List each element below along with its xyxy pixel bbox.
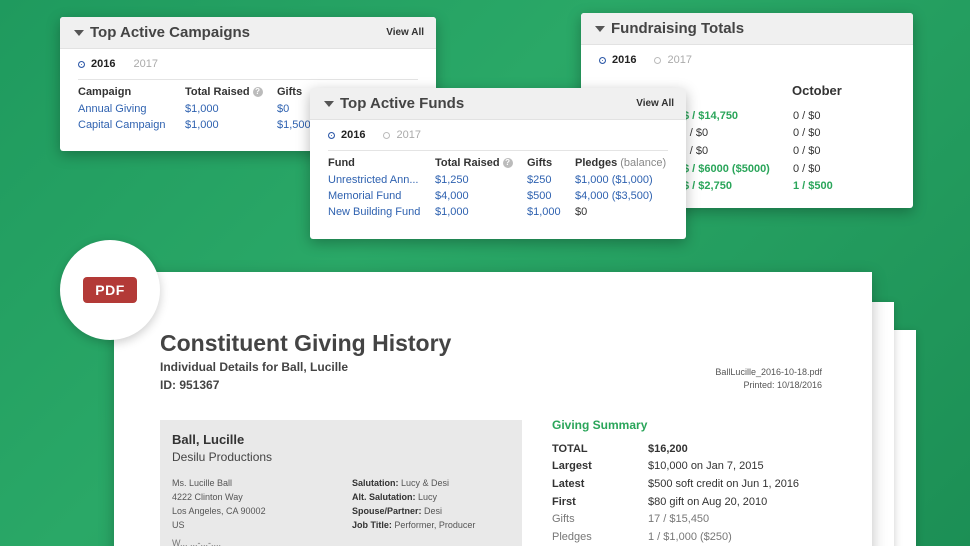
radio-selected-icon	[599, 56, 606, 64]
giving-summary: Giving Summary TOTAL $16,200 Largest $10,0…	[552, 418, 832, 546]
doc-subtitle: Individual Details for Ball, Lucille	[160, 360, 349, 374]
radio-selected-icon	[328, 131, 335, 139]
pledges-link[interactable]: $1,000 ($1,000)	[575, 172, 666, 188]
table-row: Capital Campaign $1,000 $1,500	[78, 117, 337, 133]
summary-row: TOTAL $16,200	[552, 442, 688, 455]
top-active-funds-widget: Top Active Funds View All 2016 2017 Fund…	[310, 88, 686, 239]
doc-title: Constituent Giving History	[160, 330, 452, 356]
help-icon[interactable]: ?	[252, 87, 263, 97]
pdf-label: PDF	[83, 277, 137, 303]
funds-year-2016[interactable]: 2016	[328, 129, 365, 141]
col-fund: Fund	[328, 157, 355, 169]
campaigns-table: Campaign Total Raised? Gifts Annual Givi…	[78, 80, 337, 133]
table-row: Annual Giving $1,000 $0	[78, 101, 337, 117]
campaigns-title: Top Active Campaigns	[90, 24, 251, 41]
constituent-panel: Ball, Lucille Desilu Productions Ms. Luc…	[160, 420, 522, 546]
pledges-value: $0	[575, 206, 588, 218]
col-campaign: Campaign	[78, 86, 132, 98]
giving-summary-title: Giving Summary	[552, 418, 648, 432]
funds-collapse-toggle[interactable]: Top Active Funds	[324, 95, 464, 112]
raised-link[interactable]: $1,250	[435, 172, 527, 188]
radio-empty-icon	[383, 131, 391, 139]
funds-view-all-link[interactable]: View All	[636, 98, 674, 109]
help-icon[interactable]: ?	[502, 158, 513, 168]
gifts-link[interactable]: $500	[527, 188, 575, 204]
totals-rows: $ / $14,750 0 / $0 ) / $0 0 / $0 ) / $0 …	[683, 107, 903, 195]
raised-link[interactable]: $1,000	[185, 117, 277, 133]
totals-title: Fundraising Totals	[611, 20, 745, 37]
campaign-link[interactable]: Annual Giving	[78, 101, 185, 117]
fund-link[interactable]: New Building Fund	[328, 204, 435, 220]
col-gifts: Gifts	[527, 157, 553, 169]
raised-link[interactable]: $4,000	[435, 188, 527, 204]
funds-header: Top Active Funds View All	[310, 88, 686, 120]
funds-title: Top Active Funds	[340, 95, 465, 112]
constituent-name: Ball, Lucille	[172, 432, 245, 447]
constituent-org: Desilu Productions	[172, 450, 273, 464]
campaigns-year-selector: 2016 2017	[60, 49, 436, 79]
totals-collapse-toggle[interactable]: Fundraising Totals	[595, 20, 744, 37]
fund-link[interactable]: Unrestricted Ann...	[328, 172, 435, 188]
totals-year-2016[interactable]: 2016	[599, 54, 636, 66]
campaign-link[interactable]: Capital Campaign	[78, 117, 185, 133]
pdf-document: Constituent Giving History Individual De…	[114, 272, 872, 546]
summary-row: Gifts 17 / $15,450	[552, 513, 710, 526]
radio-empty-icon	[654, 56, 662, 64]
totals-col-october: October	[792, 83, 842, 98]
summary-row: Largest $10,000 on Jan 7, 2015	[552, 460, 764, 473]
doc-printed: Printed: 10/18/2016	[743, 380, 822, 390]
fund-link[interactable]: Memorial Fund	[328, 188, 435, 204]
doc-file-info: BallLucille_2016-10-18.pdf Printed: 10/1…	[715, 366, 822, 392]
summary-row: Pledges 1 / $1,000 ($250)	[552, 530, 732, 543]
table-row: ) / $0 0 / $0	[683, 144, 821, 157]
table-row: $ / $2,750 1 / $500	[683, 180, 833, 193]
constituent-address: Ms. Lucille Ball 4222 Clinton Way Los An…	[172, 478, 266, 530]
col-total-raised: Total Raised?	[185, 80, 277, 101]
table-row: New Building Fund $1,000 $1,000 $0	[328, 204, 666, 220]
summary-row: First $80 gift on Aug 20, 2010	[552, 495, 768, 508]
funds-table: Fund Total Raised? Gifts Pledges (balanc…	[328, 151, 666, 220]
totals-header: Fundraising Totals	[581, 13, 913, 45]
pdf-download-badge[interactable]: PDF	[60, 240, 160, 340]
campaigns-year-2017[interactable]: 2017	[133, 58, 157, 70]
campaigns-collapse-toggle[interactable]: Top Active Campaigns	[74, 24, 250, 41]
constituent-phone-partial: W... ...-...-....	[172, 538, 221, 546]
totals-year-2017[interactable]: 2017	[654, 54, 692, 66]
raised-link[interactable]: $1,000	[185, 101, 277, 117]
doc-filename: BallLucille_2016-10-18.pdf	[715, 367, 822, 377]
funds-year-selector: 2016 2017	[310, 120, 686, 150]
table-row: Memorial Fund $4,000 $500 $4,000 ($3,500…	[328, 188, 666, 204]
campaigns-view-all-link[interactable]: View All	[386, 27, 424, 38]
totals-year-selector: 2016 2017	[581, 45, 913, 75]
gifts-link[interactable]: $1,000	[527, 204, 575, 220]
col-pledges: Pledges (balance)	[575, 157, 667, 169]
gifts-link[interactable]: $250	[527, 172, 575, 188]
pledges-link[interactable]: $4,000 ($3,500)	[575, 188, 666, 204]
caret-down-icon	[595, 25, 605, 32]
campaigns-header: Top Active Campaigns View All	[60, 17, 436, 49]
doc-id: ID: 951367	[160, 378, 220, 392]
radio-selected-icon	[78, 60, 85, 68]
col-total-raised: Total Raised?	[435, 151, 527, 172]
summary-row: Latest $500 soft credit on Jun 1, 2016	[552, 477, 800, 490]
constituent-info: Salutation: Lucy & Desi Alt. Salutation:…	[352, 478, 476, 530]
caret-down-icon	[74, 29, 84, 36]
raised-link[interactable]: $1,000	[435, 204, 527, 220]
campaigns-year-2016[interactable]: 2016	[78, 58, 115, 70]
table-row: $ / $14,750 0 / $0	[683, 109, 821, 122]
table-row: ) / $0 0 / $0	[683, 127, 821, 140]
table-row: $ / $6000 ($5000) 0 / $0	[683, 162, 821, 175]
caret-down-icon	[324, 100, 334, 107]
table-row: Unrestricted Ann... $1,250 $250 $1,000 (…	[328, 172, 666, 188]
funds-year-2017[interactable]: 2017	[383, 129, 421, 141]
